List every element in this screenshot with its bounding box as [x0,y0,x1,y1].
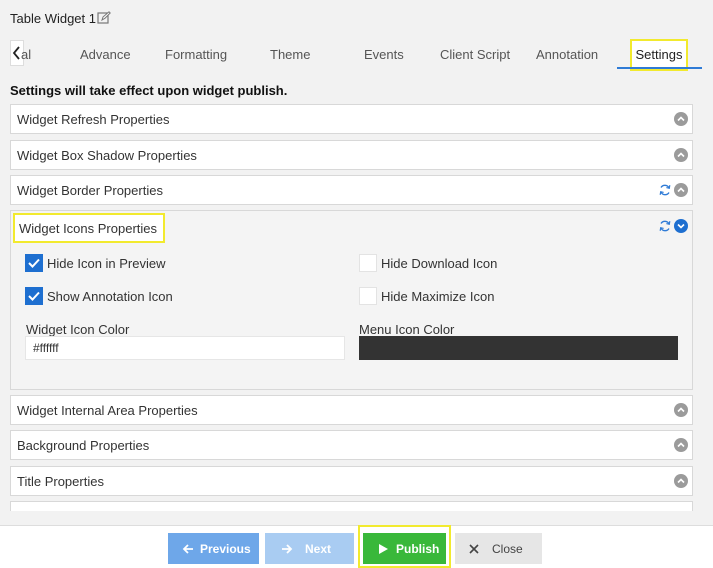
hide-download-icon-label: Hide Download Icon [381,256,498,271]
panel-label: Widget Internal Area Properties [17,403,198,418]
publish-button[interactable]: Publish [363,533,446,564]
settings-notice: Settings will take effect upon widget pu… [10,83,288,98]
panel-widget-icons-properties: Widget Icons Properties Hide Icon in Pre… [10,210,693,390]
menu-icon-color-label: Menu Icon Color [359,322,455,337]
panel-partial-next [10,501,693,511]
panel-widget-refresh-properties[interactable]: Widget Refresh Properties [10,104,693,134]
panel-widget-border-properties[interactable]: Widget Border Properties [10,175,693,205]
footer-bar: Previous Next Publish Close [0,525,713,568]
arrow-left-icon [182,544,193,554]
tab-advance[interactable]: Advance [80,47,131,62]
panel-label: Title Properties [17,474,104,489]
tab-bar: al Advance Formatting Theme Events Clien… [0,38,713,71]
tab-general-partial[interactable]: al [21,47,31,62]
tab-theme[interactable]: Theme [270,47,310,62]
tab-formatting[interactable]: Formatting [165,47,227,62]
play-icon [379,544,388,554]
publish-label: Publish [396,542,440,556]
panel-label: Background Properties [17,438,150,453]
widget-title: Table Widget 1 [10,11,96,26]
panel-title-properties[interactable]: Title Properties [10,466,693,496]
show-annotation-icon-label: Show Annotation Icon [47,289,173,304]
panel-label: Widget Refresh Properties [17,112,170,127]
chevron-up-icon[interactable] [674,474,688,488]
panel-header-widget-icons-properties[interactable]: Widget Icons Properties [13,213,165,243]
close-icon [469,544,479,554]
panel-label: Widget Border Properties [17,183,163,198]
header: Table Widget 1 [0,0,713,38]
tab-annotation[interactable]: Annotation [536,47,598,62]
hide-icon-in-preview-label: Hide Icon in Preview [47,256,166,271]
active-tab-indicator [617,67,702,69]
hide-download-icon-checkbox[interactable] [359,254,377,272]
hide-icon-in-preview-checkbox[interactable] [25,254,43,272]
chevron-up-icon[interactable] [674,403,688,417]
close-button[interactable]: Close [455,533,542,564]
refresh-icon[interactable] [658,219,672,233]
panel-background-properties[interactable]: Background Properties [10,430,693,460]
chevron-up-icon[interactable] [674,438,688,452]
edit-icon[interactable] [97,11,111,25]
close-label: Close [492,542,523,556]
panel-label: Widget Box Shadow Properties [17,148,197,163]
panel-label: Widget Icons Properties [19,221,158,236]
menu-icon-color-swatch[interactable] [359,336,678,360]
tab-client-script[interactable]: Client Script [440,47,510,62]
chevron-up-icon[interactable] [674,112,688,126]
arrow-right-icon [282,544,293,554]
previous-button[interactable]: Previous [168,533,259,564]
previous-label: Previous [200,542,251,556]
hide-maximize-icon-checkbox[interactable] [359,287,377,305]
hide-maximize-icon-label: Hide Maximize Icon [381,289,495,304]
show-annotation-icon-checkbox[interactable] [25,287,43,305]
refresh-icon[interactable] [658,183,672,197]
chevron-up-icon[interactable] [674,148,688,162]
widget-icon-color-input[interactable]: #ffffff [25,336,345,360]
chevron-down-icon[interactable] [674,219,688,233]
widget-icon-color-label: Widget Icon Color [26,322,130,337]
chevron-up-icon[interactable] [674,183,688,197]
next-button[interactable]: Next [265,533,354,564]
panel-widget-internal-area-properties[interactable]: Widget Internal Area Properties [10,395,693,425]
publish-button-highlight: Publish [358,525,451,568]
tab-events[interactable]: Events [364,47,404,62]
panel-widget-box-shadow-properties[interactable]: Widget Box Shadow Properties [10,140,693,170]
next-label: Next [305,542,332,556]
